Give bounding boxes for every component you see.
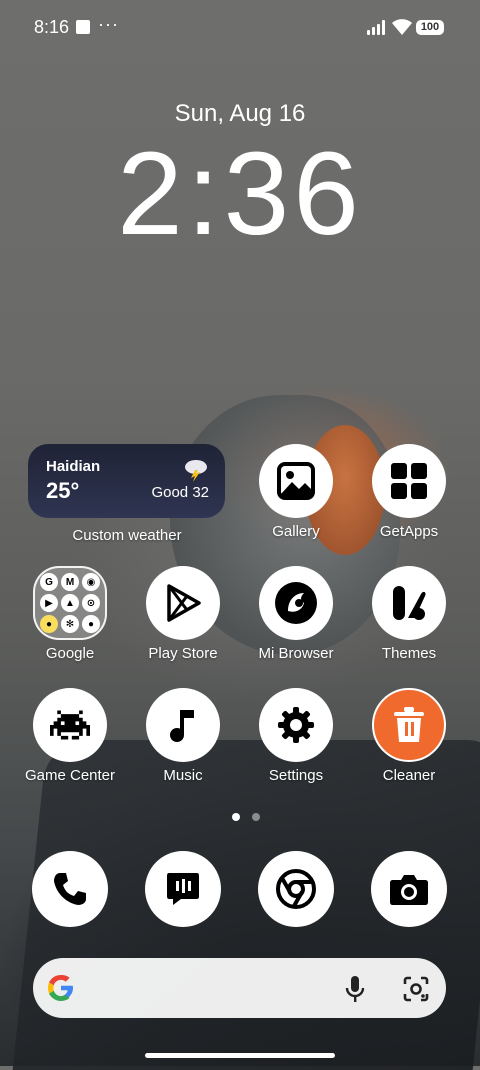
page-dot xyxy=(252,813,260,821)
app-label: Gallery xyxy=(272,523,320,540)
duo-icon: ● xyxy=(40,615,58,633)
app-label: Mi Browser xyxy=(258,645,334,662)
app-label: Game Center xyxy=(24,767,116,784)
game-center-icon xyxy=(33,688,107,762)
dock-chrome[interactable] xyxy=(241,851,351,927)
more-notifications-icon: ··· xyxy=(98,14,119,34)
youtube-music-icon: ⊙ xyxy=(82,594,100,612)
messages-icon xyxy=(145,851,221,927)
app-settings[interactable]: Settings xyxy=(241,688,351,784)
app-gallery[interactable]: Gallery xyxy=(241,444,351,540)
dock-messages[interactable] xyxy=(128,851,238,927)
microphone-icon[interactable] xyxy=(345,975,365,1003)
chrome-icon xyxy=(258,851,334,927)
camera-icon xyxy=(371,851,447,927)
mi-browser-icon xyxy=(259,566,333,640)
dock-camera[interactable] xyxy=(354,851,464,927)
weather-card[interactable]: Haidian 25° Good 32 xyxy=(28,444,225,518)
youtube-icon: ▶ xyxy=(40,594,58,612)
google-folder-icon: G M ◉ ▶ ▲ ⊙ ● ✻ ● xyxy=(33,566,107,640)
weather-temperature: 25° xyxy=(46,478,80,503)
google-g-icon xyxy=(48,975,73,1001)
dock-phone[interactable] xyxy=(15,851,125,927)
home-gesture-bar[interactable] xyxy=(145,1053,335,1058)
app-cleaner[interactable]: Cleaner xyxy=(354,688,464,784)
app-getapps[interactable]: GetApps xyxy=(354,444,464,540)
photos-icon: ✻ xyxy=(61,615,79,633)
app-mi-browser[interactable]: Mi Browser xyxy=(241,566,351,662)
folder-google[interactable]: G M ◉ ▶ ▲ ⊙ ● ✻ ● Google xyxy=(15,566,125,662)
getapps-icon xyxy=(372,444,446,518)
cleaner-icon xyxy=(372,688,446,762)
assistant-icon: ◉ xyxy=(82,573,100,591)
air-quality: Good 32 xyxy=(151,484,209,501)
settings-icon xyxy=(259,688,333,762)
page-indicator xyxy=(226,808,266,826)
weather-widget-caption: Custom weather xyxy=(72,522,182,544)
weather-widget-label: Custom weather xyxy=(72,527,182,544)
contacts-icon: ● xyxy=(82,615,100,633)
phone-icon xyxy=(32,851,108,927)
date-label: Sun, Aug 16 xyxy=(174,100,306,127)
app-music[interactable]: Music xyxy=(128,688,238,784)
notification-icon xyxy=(76,20,90,34)
signal-icon xyxy=(367,20,387,35)
music-icon xyxy=(146,688,220,762)
gmail-icon: M xyxy=(61,573,79,591)
google-search-bar[interactable] xyxy=(33,958,446,1018)
app-label: Cleaner xyxy=(382,767,436,784)
app-label: Play Store xyxy=(148,645,218,662)
clock: 2:36 xyxy=(117,128,363,260)
thunderstorm-icon xyxy=(185,460,207,482)
app-themes[interactable]: Themes xyxy=(354,566,464,662)
status-bar: 8:16 ··· 100 xyxy=(0,0,480,56)
play-store-icon xyxy=(146,566,220,640)
app-label: Music xyxy=(163,767,203,784)
drive-icon: ▲ xyxy=(61,594,79,612)
google-app-icon: G xyxy=(40,573,58,591)
wifi-icon xyxy=(392,19,412,35)
app-play-store[interactable]: Play Store xyxy=(128,566,238,662)
app-label: Settings xyxy=(268,767,324,784)
app-label: GetApps xyxy=(379,523,439,540)
themes-icon xyxy=(372,566,446,640)
app-label: Google xyxy=(45,645,95,662)
app-label: Themes xyxy=(381,645,437,662)
app-game-center[interactable]: Game Center xyxy=(15,688,125,784)
battery-indicator: 100 xyxy=(416,20,444,35)
lens-icon[interactable] xyxy=(403,976,429,1002)
weather-city: Haidian xyxy=(46,458,101,475)
page-dot-active xyxy=(232,813,240,821)
status-time: 8:16 xyxy=(34,17,70,37)
gallery-icon xyxy=(259,444,333,518)
